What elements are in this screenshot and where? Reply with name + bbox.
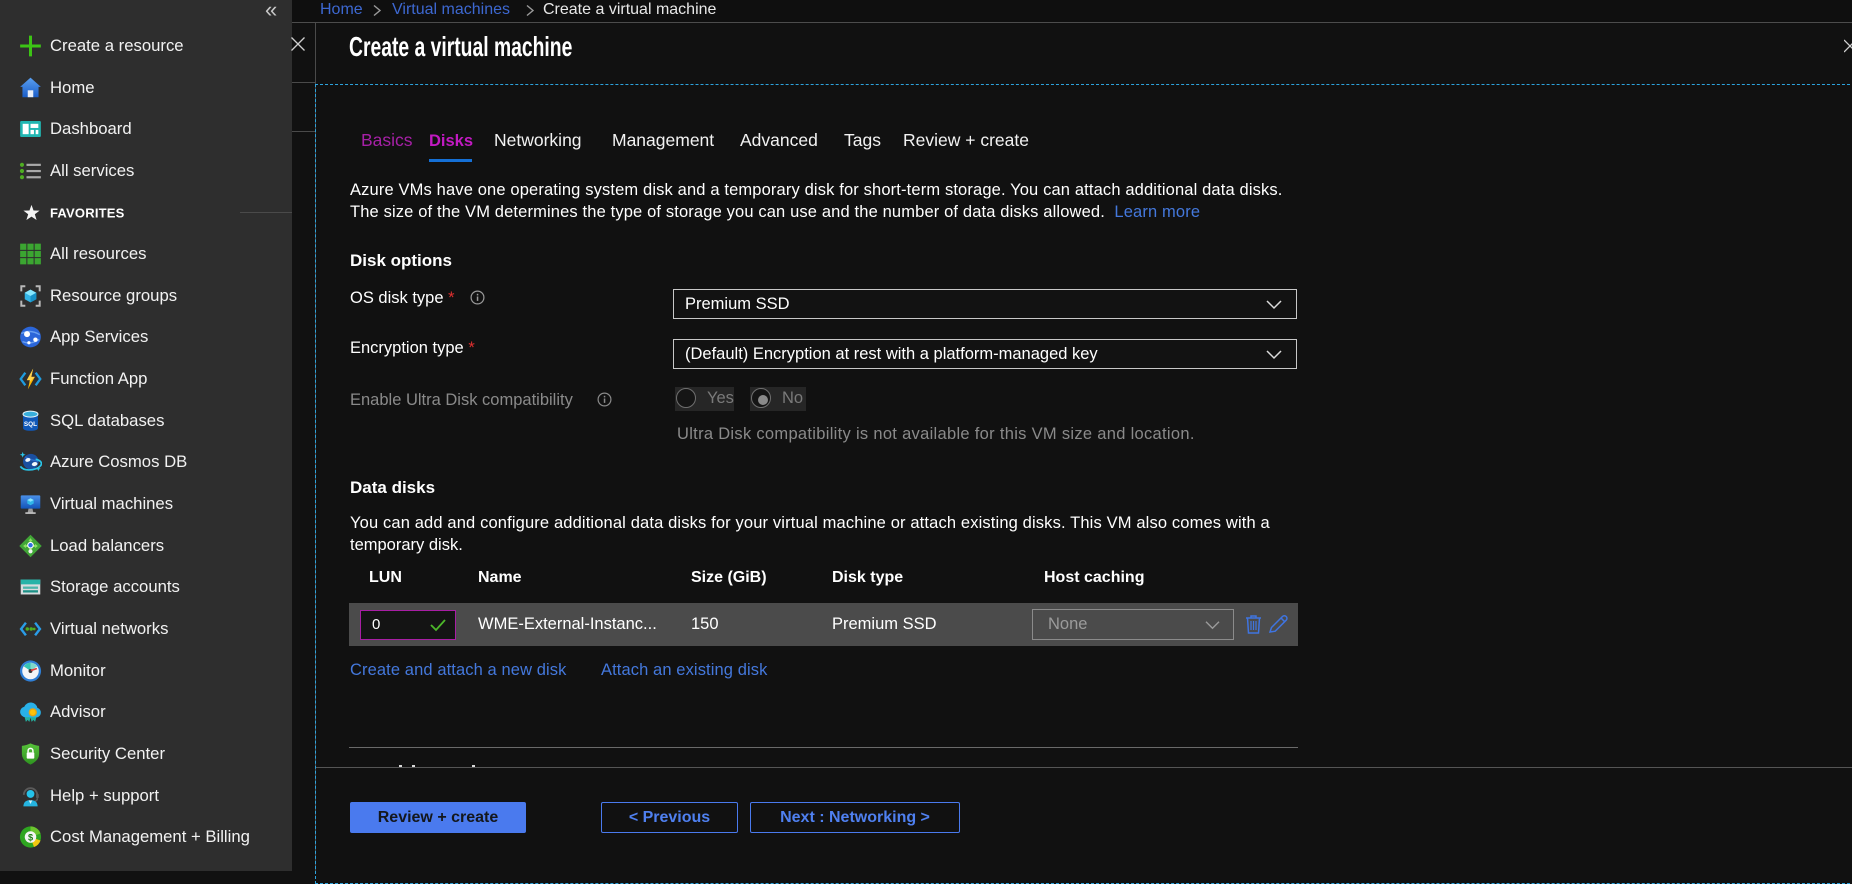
svg-text:$: $ — [28, 832, 33, 842]
svg-text:SQL: SQL — [24, 421, 37, 428]
